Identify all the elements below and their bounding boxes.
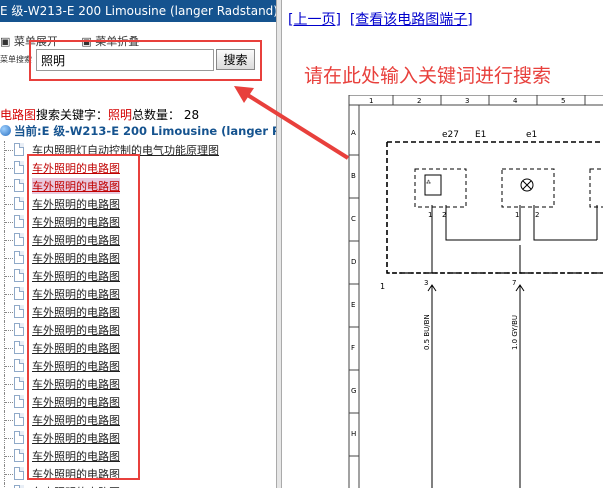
document-icon bbox=[14, 197, 24, 210]
annotation-box-search bbox=[29, 40, 262, 81]
summary-prefix: 电路图 bbox=[0, 108, 37, 122]
document-icon bbox=[14, 341, 24, 354]
conn-1: 1 bbox=[380, 282, 385, 291]
current-node-label: 当前:E 级-W213-E 200 Limousine (langer Rads… bbox=[14, 124, 276, 138]
switch-mark: ⁂ bbox=[426, 179, 431, 186]
prev-page-link[interactable]: [上一页] bbox=[288, 12, 341, 28]
column-number: 2 bbox=[417, 97, 421, 105]
document-icon bbox=[14, 413, 24, 426]
document-icon bbox=[14, 233, 24, 246]
circuit-diagram: 12345 ABCDEFGH e27 E1 e1 ⁂ 1 2 1 2 3 7 1… bbox=[348, 95, 603, 488]
summary-keyword: 照明 bbox=[108, 108, 133, 122]
document-icon bbox=[14, 287, 24, 300]
result-item-label[interactable]: 车内照明的电路图 bbox=[32, 484, 120, 488]
label-e27: e27 bbox=[442, 130, 459, 140]
row-letter: F bbox=[351, 344, 355, 352]
column-number: 5 bbox=[561, 97, 565, 105]
row-letter: C bbox=[351, 215, 356, 223]
document-icon bbox=[14, 395, 24, 408]
left-panel: E 级-W213-E 200 Limousine (langer Radstan… bbox=[0, 0, 276, 488]
document-icon bbox=[14, 179, 24, 192]
label-E1: E1 bbox=[475, 130, 486, 140]
row-letter: B bbox=[351, 172, 356, 180]
document-icon bbox=[14, 467, 24, 480]
model-title-bar: E 级-W213-E 200 Limousine (langer Radstan… bbox=[0, 0, 276, 22]
document-icon bbox=[14, 305, 24, 318]
conn-7: 7 bbox=[512, 279, 516, 287]
column-number: 3 bbox=[465, 97, 469, 105]
view-terminals-link[interactable]: [查看该电路图端子] bbox=[350, 12, 473, 28]
label-e1: e1 bbox=[526, 130, 537, 140]
summary-count-label: 总数量： bbox=[132, 108, 181, 122]
result-item[interactable]: 车内照明的电路图 bbox=[0, 483, 270, 488]
row-letter: G bbox=[351, 387, 356, 395]
document-icon bbox=[14, 215, 24, 228]
search-summary: 电路图搜索关键字：照明总数量： 28 bbox=[0, 106, 199, 123]
document-icon bbox=[14, 323, 24, 336]
document-icon bbox=[14, 449, 24, 462]
annotation-box-results bbox=[27, 154, 140, 480]
row-letter: A bbox=[351, 129, 356, 137]
document-icon bbox=[14, 431, 24, 444]
document-icon bbox=[14, 143, 24, 156]
wire-1-label: 0.5 BU/BN bbox=[423, 314, 431, 350]
search-label: 菜单搜索 bbox=[0, 55, 32, 64]
annotation-hint: 请在此处输入关键词进行搜索 bbox=[304, 65, 552, 87]
document-icon bbox=[14, 377, 24, 390]
conn-3: 3 bbox=[424, 279, 428, 287]
summary-count: 28 bbox=[183, 108, 200, 122]
summary-keyword-label: 搜索关键字： bbox=[36, 108, 109, 122]
row-letter: H bbox=[351, 430, 356, 438]
document-icon bbox=[14, 269, 24, 282]
column-number: 1 bbox=[369, 97, 373, 105]
wire-2-label: 1.0 GY/BU bbox=[511, 315, 519, 350]
document-icon bbox=[14, 161, 24, 174]
globe-icon bbox=[0, 125, 11, 136]
document-icon bbox=[14, 251, 24, 264]
row-letter: E bbox=[351, 301, 355, 309]
column-number: 4 bbox=[513, 97, 518, 105]
current-node[interactable]: 当前:E 级-W213-E 200 Limousine (langer Rads… bbox=[0, 123, 276, 139]
pin-1b: 1 bbox=[515, 211, 519, 219]
pin-2b: 2 bbox=[535, 211, 539, 219]
right-panel: [上一页] [查看该电路图端子] 请在此处输入关键词进行搜索 1 2 3 4 5 A B C… bbox=[282, 0, 603, 488]
row-letter: D bbox=[351, 258, 356, 266]
document-icon bbox=[14, 359, 24, 372]
nav-links: [上一页] [查看该电路图端子] bbox=[288, 9, 473, 29]
